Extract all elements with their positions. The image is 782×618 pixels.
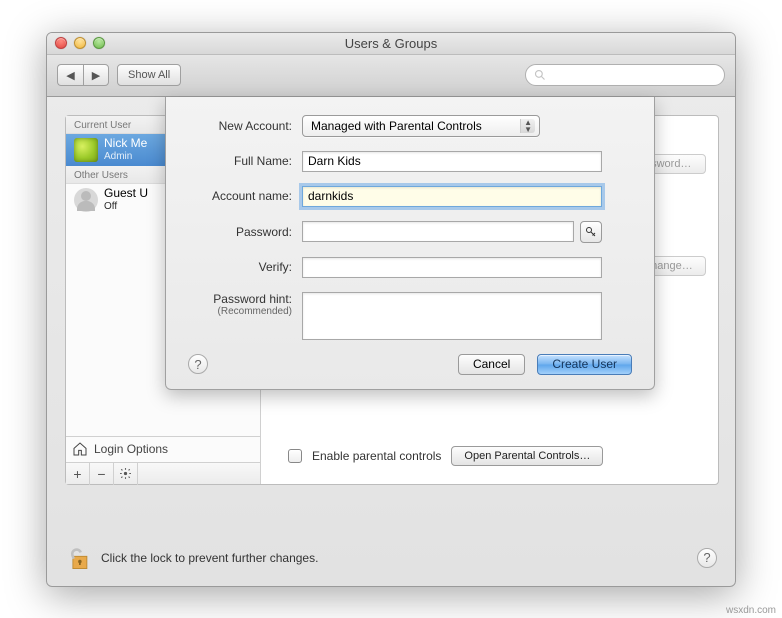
show-all-button[interactable]: Show All	[117, 64, 181, 86]
verify-label: Verify:	[188, 260, 302, 274]
system-preferences-window: Users & Groups ◀ ▶ Show All Current User…	[46, 32, 736, 587]
back-button[interactable]: ◀	[57, 64, 83, 86]
login-options-label: Login Options	[94, 442, 168, 456]
search-field[interactable]	[525, 64, 725, 86]
forward-button[interactable]: ▶	[83, 64, 109, 86]
create-user-button[interactable]: Create User	[537, 354, 632, 375]
full-name-label: Full Name:	[188, 154, 302, 168]
user-name: Nick Me	[104, 137, 147, 150]
password-hint-label: Password hint: (Recommended)	[188, 292, 302, 318]
key-icon	[585, 226, 597, 238]
verify-password-input[interactable]	[302, 257, 602, 278]
new-account-label: New Account:	[188, 119, 302, 133]
password-input[interactable]	[302, 221, 574, 242]
avatar	[74, 138, 98, 162]
full-name-input[interactable]	[302, 151, 602, 172]
add-user-button[interactable]: +	[66, 463, 90, 485]
cancel-button[interactable]: Cancel	[458, 354, 525, 375]
toolbar: ◀ ▶ Show All	[47, 55, 735, 97]
search-icon	[534, 69, 546, 81]
account-name-input[interactable]	[302, 186, 602, 207]
help-button[interactable]: ?	[697, 548, 717, 568]
home-icon	[72, 441, 88, 457]
gear-icon	[119, 467, 132, 480]
popup-arrows-icon: ▲▼	[524, 119, 532, 133]
login-options-row[interactable]: Login Options	[66, 436, 260, 462]
account-name-label: Account name:	[188, 189, 302, 203]
password-hint-input[interactable]	[302, 292, 602, 340]
user-role: Off	[104, 201, 148, 212]
unlocked-lock-icon[interactable]	[65, 544, 93, 572]
user-name: Guest U	[104, 187, 148, 200]
sidebar-footer: + −	[66, 462, 260, 484]
titlebar: Users & Groups	[47, 33, 735, 55]
parental-controls-row: Enable parental controls Open Parental C…	[288, 446, 603, 466]
password-label: Password:	[188, 225, 302, 239]
search-input[interactable]	[550, 69, 716, 81]
open-parental-controls-button[interactable]: Open Parental Controls…	[451, 446, 603, 466]
nav-buttons: ◀ ▶	[57, 64, 109, 86]
user-role: Admin	[104, 151, 147, 162]
lock-row: Click the lock to prevent further change…	[65, 544, 717, 572]
watermark: wsxdn.com	[726, 605, 776, 616]
avatar	[74, 188, 98, 212]
account-type-value: Managed with Parental Controls	[311, 119, 482, 133]
enable-parental-controls-label: Enable parental controls	[312, 449, 441, 463]
window-title: Users & Groups	[47, 36, 735, 51]
account-type-popup[interactable]: Managed with Parental Controls ▲▼	[302, 115, 540, 137]
enable-parental-controls-checkbox[interactable]	[288, 449, 302, 463]
password-assistant-button[interactable]	[580, 221, 602, 243]
new-account-sheet: New Account: Managed with Parental Contr…	[165, 97, 655, 390]
sheet-help-button[interactable]: ?	[188, 354, 208, 374]
lock-text: Click the lock to prevent further change…	[101, 551, 318, 565]
remove-user-button[interactable]: −	[90, 463, 114, 485]
actions-gear-button[interactable]	[114, 463, 138, 485]
